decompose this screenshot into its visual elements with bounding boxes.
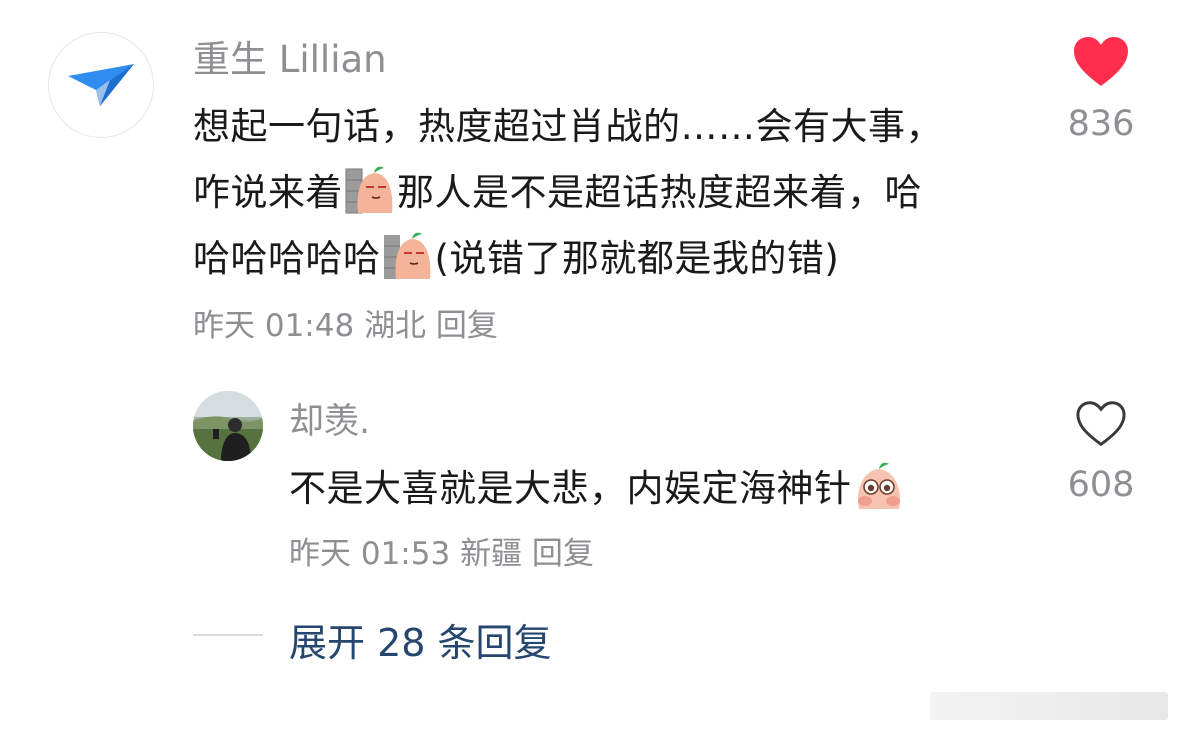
avatar[interactable]	[48, 32, 154, 138]
comment-line-3b: (说错了那就都是我的错)	[434, 237, 840, 280]
comment-location: 湖北	[364, 308, 427, 344]
watermark	[930, 692, 1168, 720]
expand-replies-button[interactable]: 展开 28 条回复	[289, 612, 552, 667]
heart-outline-icon	[1076, 401, 1126, 447]
reply-reply-button[interactable]: 回复	[532, 536, 594, 572]
comment-time: 昨天 01:48	[193, 308, 355, 344]
like-button[interactable]	[1072, 36, 1130, 88]
reply-meta: 昨天 01:53 新疆 回复	[289, 534, 594, 574]
heart-filled-icon	[1074, 37, 1128, 86]
paper-plane-icon	[68, 64, 134, 106]
comment-text: 想起一句话，热度超过肖战的……会有大事， 咋说来着 那人是不是超话热度超来着，哈…	[193, 94, 1033, 292]
smug-peach-sticker-icon	[345, 166, 393, 214]
comment-username[interactable]: 重生 Lillian	[193, 38, 387, 82]
comment-line-3a: 哈哈哈哈哈	[193, 237, 381, 280]
reply-avatar[interactable]	[193, 391, 263, 461]
reply-location: 新疆	[460, 536, 523, 572]
reply-username[interactable]: 却羡.	[289, 400, 370, 444]
comment-line-2: 咋说来着 那人是不是超话热度超来着，哈	[193, 160, 1033, 226]
reply-text-content: 不是大喜就是大悲，内娱定海神针	[289, 467, 852, 510]
comment-line-2a: 咋说来着	[193, 171, 343, 214]
teary-eyes-peach-sticker-icon	[857, 462, 900, 509]
like-count: 836	[1067, 104, 1135, 144]
comment-line-2b: 那人是不是超话热度超来着，哈	[397, 171, 922, 214]
comment-line-1: 想起一句话，热度超过肖战的……会有大事，	[193, 105, 943, 148]
reply-like-count: 608	[1067, 465, 1135, 505]
comment-meta: 昨天 01:48 湖北 回复	[193, 306, 498, 346]
divider	[193, 634, 263, 636]
person-photo-icon	[193, 391, 263, 461]
reply-like-button[interactable]	[1074, 400, 1128, 448]
comment-line-3: 哈哈哈哈哈 (说错了那就都是我的错)	[193, 226, 1033, 292]
smug-peach-sticker-icon	[383, 232, 430, 279]
comment-reply-button[interactable]: 回复	[436, 308, 498, 344]
reply-text: 不是大喜就是大悲，内娱定海神针	[289, 456, 906, 522]
reply-time: 昨天 01:53	[289, 536, 451, 572]
